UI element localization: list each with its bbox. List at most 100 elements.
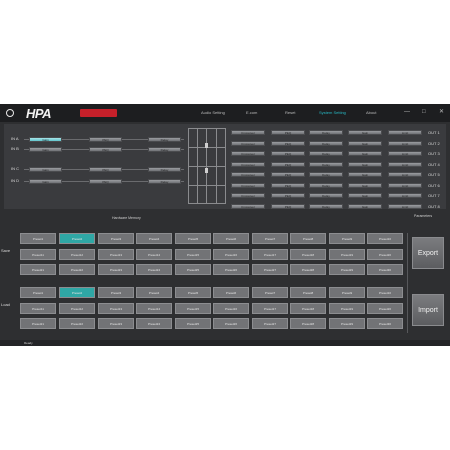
save-preset-button[interactable]: Preset2 — [59, 233, 95, 244]
close-icon[interactable]: ✕ — [439, 108, 444, 116]
output-limit-button[interactable]: Limit — [388, 161, 422, 167]
output-limit-button[interactable]: Limit — [388, 140, 422, 146]
output-gain-button[interactable]: Gain — [348, 140, 382, 146]
input-gain-button[interactable]: Gain — [29, 137, 62, 142]
output-gain-button[interactable]: Gain — [348, 172, 382, 177]
output-peq-button[interactable]: PEQ — [271, 130, 305, 135]
load-preset-button[interactable]: Preset16 — [213, 302, 249, 314]
output-gain-button[interactable]: Gain — [348, 193, 382, 198]
input-delay-button[interactable]: Delay — [148, 137, 181, 142]
load-preset-button[interactable]: Preset7 — [252, 287, 288, 298]
save-preset-button[interactable]: Preset9 — [329, 233, 365, 244]
output-gain-button[interactable]: Gain — [348, 130, 382, 135]
output-delay-button[interactable]: Delay — [309, 140, 343, 146]
load-preset-button[interactable]: Preset6 — [213, 287, 249, 298]
load-preset-button[interactable]: Preset2 — [59, 287, 95, 298]
save-preset-button[interactable]: Preset22 — [59, 264, 95, 275]
output-delay-button[interactable]: Delay — [309, 172, 343, 177]
import-button[interactable]: Import — [412, 294, 444, 326]
load-preset-button[interactable]: Preset25 — [175, 318, 211, 329]
save-preset-button[interactable]: Preset12 — [59, 248, 95, 260]
output-peq-button[interactable]: PEQ — [271, 193, 305, 198]
menu-e-com[interactable]: E.com — [246, 110, 257, 115]
load-preset-button[interactable]: Preset17 — [252, 302, 288, 314]
output-crossover-button[interactable]: Crossover — [231, 172, 265, 177]
load-preset-button[interactable]: Preset8 — [290, 287, 326, 298]
load-preset-button[interactable]: Preset27 — [252, 318, 288, 329]
output-limit-button[interactable]: Limit — [388, 182, 422, 188]
load-preset-button[interactable]: Preset4 — [136, 287, 172, 298]
output-peq-button[interactable]: PEQ — [271, 172, 305, 177]
input-peq-button[interactable]: PEQ — [89, 179, 122, 184]
output-limit-button[interactable]: Limit — [388, 172, 422, 177]
save-preset-button[interactable]: Preset4 — [136, 233, 172, 244]
save-preset-button[interactable]: Preset7 — [252, 233, 288, 244]
save-preset-button[interactable]: Preset26 — [213, 264, 249, 275]
save-preset-button[interactable]: Preset23 — [98, 264, 134, 275]
load-preset-button[interactable]: Preset14 — [136, 302, 172, 314]
save-preset-button[interactable]: Preset28 — [290, 264, 326, 275]
save-preset-button[interactable]: Preset24 — [136, 264, 172, 275]
output-gain-button[interactable]: Gain — [348, 151, 382, 156]
output-delay-button[interactable]: Delay — [309, 151, 343, 156]
load-preset-button[interactable]: Preset1 — [20, 287, 56, 298]
save-preset-button[interactable]: Preset10 — [367, 233, 403, 244]
load-preset-button[interactable]: Preset19 — [329, 302, 365, 314]
output-crossover-button[interactable]: Crossover — [231, 140, 265, 146]
save-preset-button[interactable]: Preset13 — [98, 248, 134, 260]
load-preset-button[interactable]: Preset12 — [59, 302, 95, 314]
output-crossover-button[interactable]: Crossover — [231, 203, 265, 209]
output-gain-button[interactable]: Gain — [348, 161, 382, 167]
save-preset-button[interactable]: Preset5 — [175, 233, 211, 244]
load-preset-button[interactable]: Preset29 — [329, 318, 365, 329]
load-preset-button[interactable]: Preset26 — [213, 318, 249, 329]
save-preset-button[interactable]: Preset6 — [213, 233, 249, 244]
save-preset-button[interactable]: Preset25 — [175, 264, 211, 275]
load-preset-button[interactable]: Preset5 — [175, 287, 211, 298]
output-gain-button[interactable]: Gain — [348, 203, 382, 209]
output-peq-button[interactable]: PEQ — [271, 182, 305, 188]
output-peq-button[interactable]: PEQ — [271, 140, 305, 146]
save-preset-button[interactable]: Preset29 — [329, 264, 365, 275]
output-limit-button[interactable]: Limit — [388, 130, 422, 135]
output-crossover-button[interactable]: Crossover — [231, 182, 265, 188]
output-delay-button[interactable]: Delay — [309, 203, 343, 209]
load-preset-button[interactable]: Preset18 — [290, 302, 326, 314]
input-peq-button[interactable]: PEQ — [89, 167, 122, 172]
load-preset-button[interactable]: Preset23 — [98, 318, 134, 329]
matrix-crosspoint-knob[interactable] — [205, 143, 208, 148]
save-preset-button[interactable]: Preset16 — [213, 248, 249, 260]
output-delay-button[interactable]: Delay — [309, 193, 343, 198]
output-peq-button[interactable]: PEQ — [271, 151, 305, 156]
output-peq-button[interactable]: PEQ — [271, 203, 305, 209]
input-peq-button[interactable]: PEQ — [89, 137, 122, 142]
maximize-icon[interactable]: □ — [422, 108, 426, 116]
output-delay-button[interactable]: Delay — [309, 182, 343, 188]
matrix-crosspoint-knob[interactable] — [205, 168, 208, 173]
save-preset-button[interactable]: Preset18 — [290, 248, 326, 260]
output-gain-button[interactable]: Gain — [348, 182, 382, 188]
output-limit-button[interactable]: Limit — [388, 151, 422, 156]
input-peq-button[interactable]: PEQ — [89, 147, 122, 152]
output-delay-button[interactable]: Delay — [309, 130, 343, 135]
routing-matrix[interactable] — [188, 128, 226, 204]
load-preset-button[interactable]: Preset11 — [20, 302, 56, 314]
save-preset-button[interactable]: Preset15 — [175, 248, 211, 260]
connection-status-indicator[interactable] — [80, 109, 117, 117]
load-preset-button[interactable]: Preset9 — [329, 287, 365, 298]
output-delay-button[interactable]: Delay — [309, 161, 343, 167]
menu-system-setting[interactable]: System Setting — [319, 110, 346, 115]
load-preset-button[interactable]: Preset21 — [20, 318, 56, 329]
output-limit-button[interactable]: Limit — [388, 203, 422, 209]
output-peq-button[interactable]: PEQ — [271, 161, 305, 167]
save-preset-button[interactable]: Preset17 — [252, 248, 288, 260]
load-preset-button[interactable]: Preset30 — [367, 318, 403, 329]
menu-about[interactable]: About — [366, 110, 376, 115]
load-preset-button[interactable]: Preset20 — [367, 302, 403, 314]
output-crossover-button[interactable]: Crossover — [231, 151, 265, 156]
save-preset-button[interactable]: Preset20 — [367, 248, 403, 260]
save-preset-button[interactable]: Preset19 — [329, 248, 365, 260]
menu-reset[interactable]: Reset — [285, 110, 295, 115]
output-crossover-button[interactable]: Crossover — [231, 193, 265, 198]
input-gain-button[interactable]: Gain — [29, 167, 62, 172]
